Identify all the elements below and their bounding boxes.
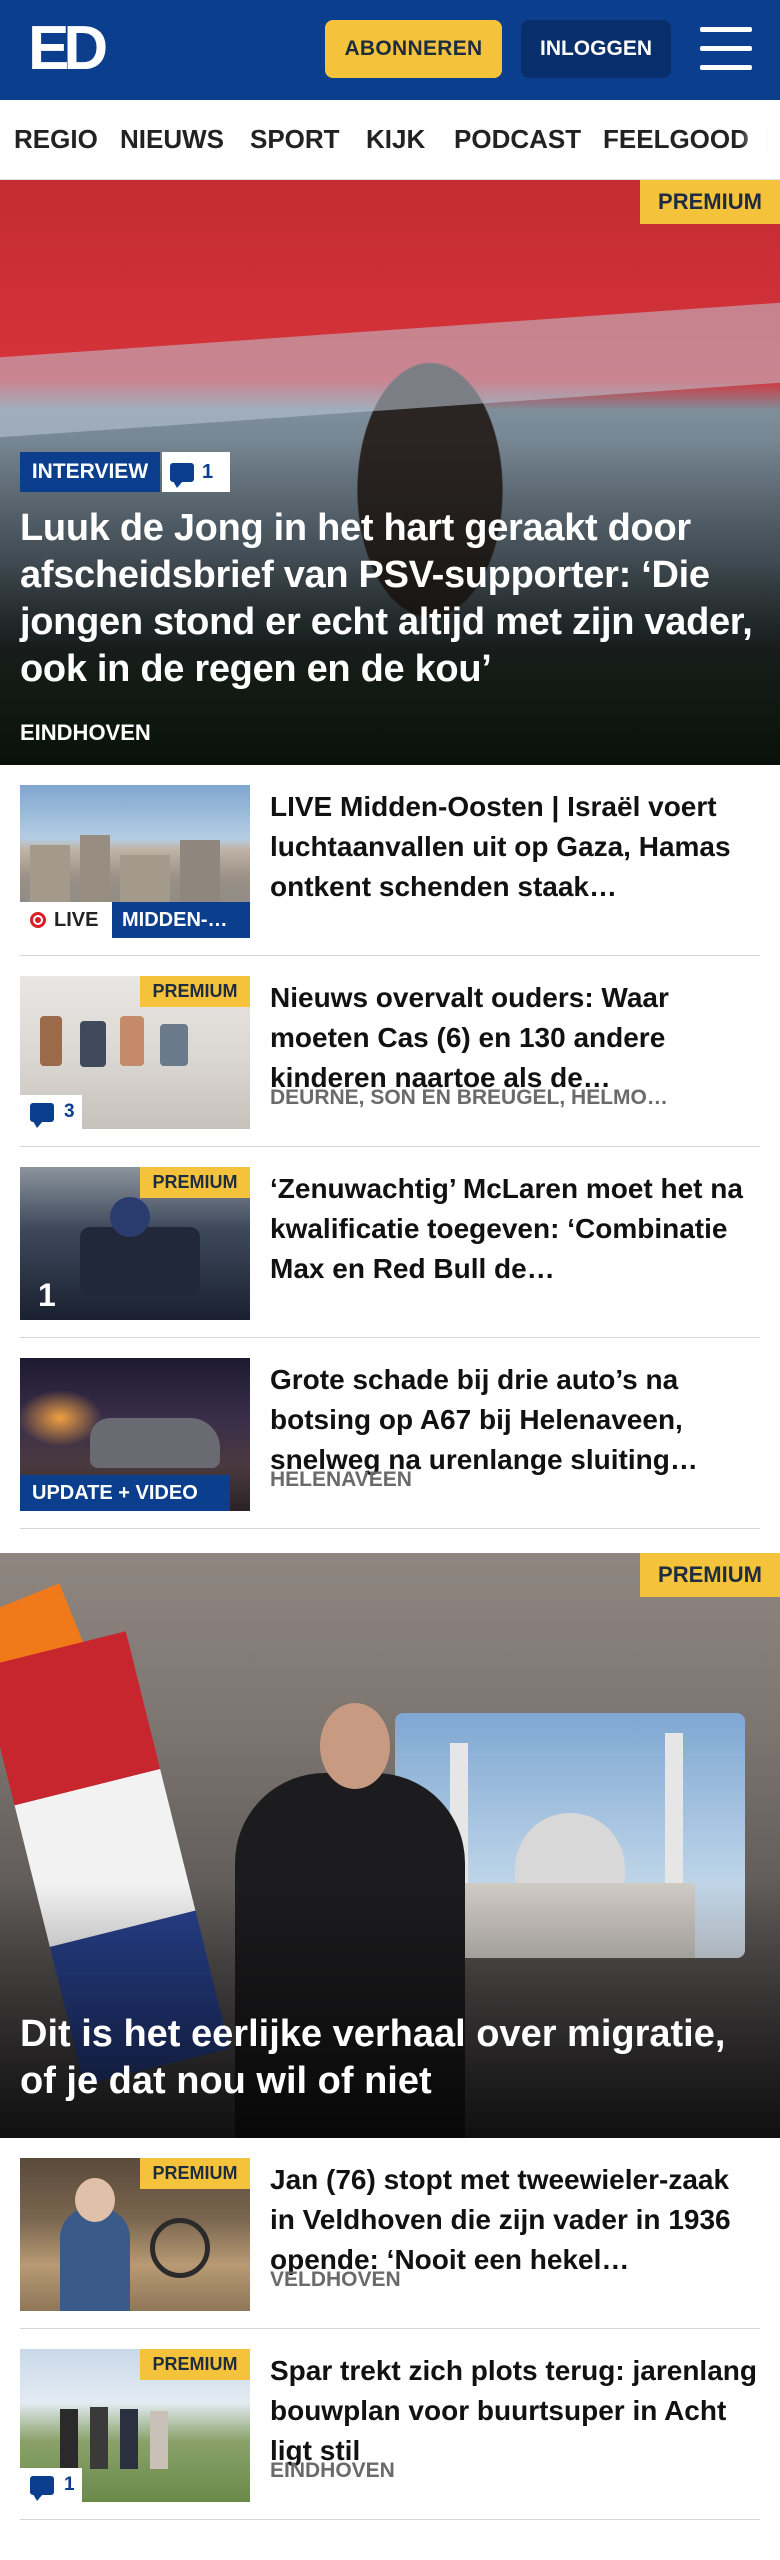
- hero-headline[interactable]: Luuk de Jong in het hart geraakt door af…: [20, 505, 760, 693]
- ed-logo[interactable]: ED: [28, 18, 118, 80]
- premium-badge: PREMIUM: [140, 2158, 250, 2189]
- premium-badge: PREMIUM: [640, 180, 780, 224]
- protester-head: [320, 1703, 390, 1789]
- nav-item-kijk[interactable]: KIJK: [366, 124, 425, 155]
- premium-badge: PREMIUM: [140, 1167, 250, 1198]
- article-thumbnail: LIVE MIDDEN-…: [20, 785, 250, 938]
- comment-icon: [30, 2475, 54, 2501]
- comment-icon: [170, 462, 194, 488]
- comment-count-value: 1: [64, 2474, 75, 2495]
- comment-count[interactable]: 3: [20, 1095, 82, 1129]
- hero-article-migratie[interactable]: PREMIUM Dit is het eerlijke verhaal over…: [0, 1553, 780, 2138]
- hero-headline[interactable]: Dit is het eerlijke verhaal over migrati…: [20, 2011, 760, 2105]
- live-dot-icon: [30, 912, 46, 928]
- hero-location: EINDHOVEN: [20, 720, 151, 745]
- article-headline[interactable]: LIVE Midden-Oosten | Israël voert luchta…: [270, 787, 760, 907]
- article-location: DEURNE, SON EN BREUGEL, HELMO…: [270, 1086, 668, 1109]
- article-headline[interactable]: ‘Zenuwachtig’ McLaren moet het na kwalif…: [270, 1169, 760, 1289]
- article-headline[interactable]: Spar trekt zich plots terug: jarenlang b…: [270, 2351, 760, 2471]
- list-item[interactable]: PREMIUM 1 Spar trekt zich plots terug: j…: [20, 2329, 760, 2520]
- update-video-label: UPDATE + VIDEO: [20, 1475, 230, 1511]
- premium-badge: PREMIUM: [140, 976, 250, 1007]
- article-thumbnail: PREMIUM: [20, 2158, 250, 2311]
- article-thumbnail: PREMIUM 1: [20, 2349, 250, 2502]
- article-thumbnail: 1 PREMIUM: [20, 1167, 250, 1320]
- list-item[interactable]: PREMIUM 3 Nieuws overvalt ouders: Waar m…: [20, 956, 760, 1147]
- comment-count[interactable]: 1: [20, 2468, 82, 2502]
- premium-badge: PREMIUM: [640, 1553, 780, 1597]
- live-badge: LIVE: [20, 902, 112, 938]
- article-location: EINDHOVEN: [270, 2459, 395, 2482]
- article-thumbnail: PREMIUM 3: [20, 976, 250, 1129]
- article-location: VELDHOVEN: [270, 2268, 401, 2291]
- hamburger-menu-icon[interactable]: [700, 27, 752, 71]
- premium-badge: PREMIUM: [140, 2349, 250, 2380]
- subscribe-button[interactable]: ABONNEREN: [325, 20, 502, 78]
- nav-item-regio[interactable]: REGIO: [14, 124, 98, 155]
- live-label: LIVE: [54, 908, 99, 931]
- article-headline[interactable]: Jan (76) stopt met tweewieler-zaak in Ve…: [270, 2160, 760, 2280]
- login-button[interactable]: INLOGGEN: [521, 20, 671, 78]
- comment-count-value: 1: [202, 460, 214, 483]
- nav-fade: [740, 100, 780, 179]
- article-location: HELENAVEEN: [270, 1468, 412, 1491]
- comment-count[interactable]: 1: [162, 452, 230, 492]
- comment-icon: [30, 1102, 54, 1128]
- interview-label: INTERVIEW: [20, 452, 160, 492]
- nav-item-feelgood[interactable]: FEELGOOD: [603, 124, 749, 155]
- top-bar: ED ABONNEREN INLOGGEN: [0, 0, 780, 100]
- logo-text: ED: [28, 14, 108, 83]
- topic-label: MIDDEN-…: [112, 902, 250, 938]
- hero-article-luuk-de-jong[interactable]: PREMIUM INTERVIEW 1 Luuk de Jong in het …: [0, 180, 780, 765]
- article-headline[interactable]: Nieuws overvalt ouders: Waar moeten Cas …: [270, 978, 760, 1098]
- nav-item-podcast[interactable]: PODCAST: [454, 124, 581, 155]
- nav-item-sport[interactable]: SPORT: [250, 124, 340, 155]
- list-item[interactable]: UPDATE + VIDEO Grote schade bij drie aut…: [20, 1338, 760, 1529]
- nav-item-nieuws[interactable]: NIEUWS: [120, 124, 224, 155]
- list-item[interactable]: LIVE MIDDEN-… LIVE Midden-Oosten | Israë…: [20, 765, 760, 956]
- section-nav: REGIO NIEUWS SPORT KIJK PODCAST FEELGOOD: [0, 100, 780, 180]
- list-item[interactable]: PREMIUM Jan (76) stopt met tweewieler-za…: [20, 2138, 760, 2329]
- comment-count-value: 3: [64, 1101, 75, 1122]
- hero-image-banner: [0, 302, 780, 438]
- article-headline[interactable]: Grote schade bij drie auto’s na botsing …: [270, 1360, 760, 1480]
- article-thumbnail: UPDATE + VIDEO: [20, 1358, 250, 1511]
- list-item[interactable]: 1 PREMIUM ‘Zenuwachtig’ McLaren moet het…: [20, 1147, 760, 1338]
